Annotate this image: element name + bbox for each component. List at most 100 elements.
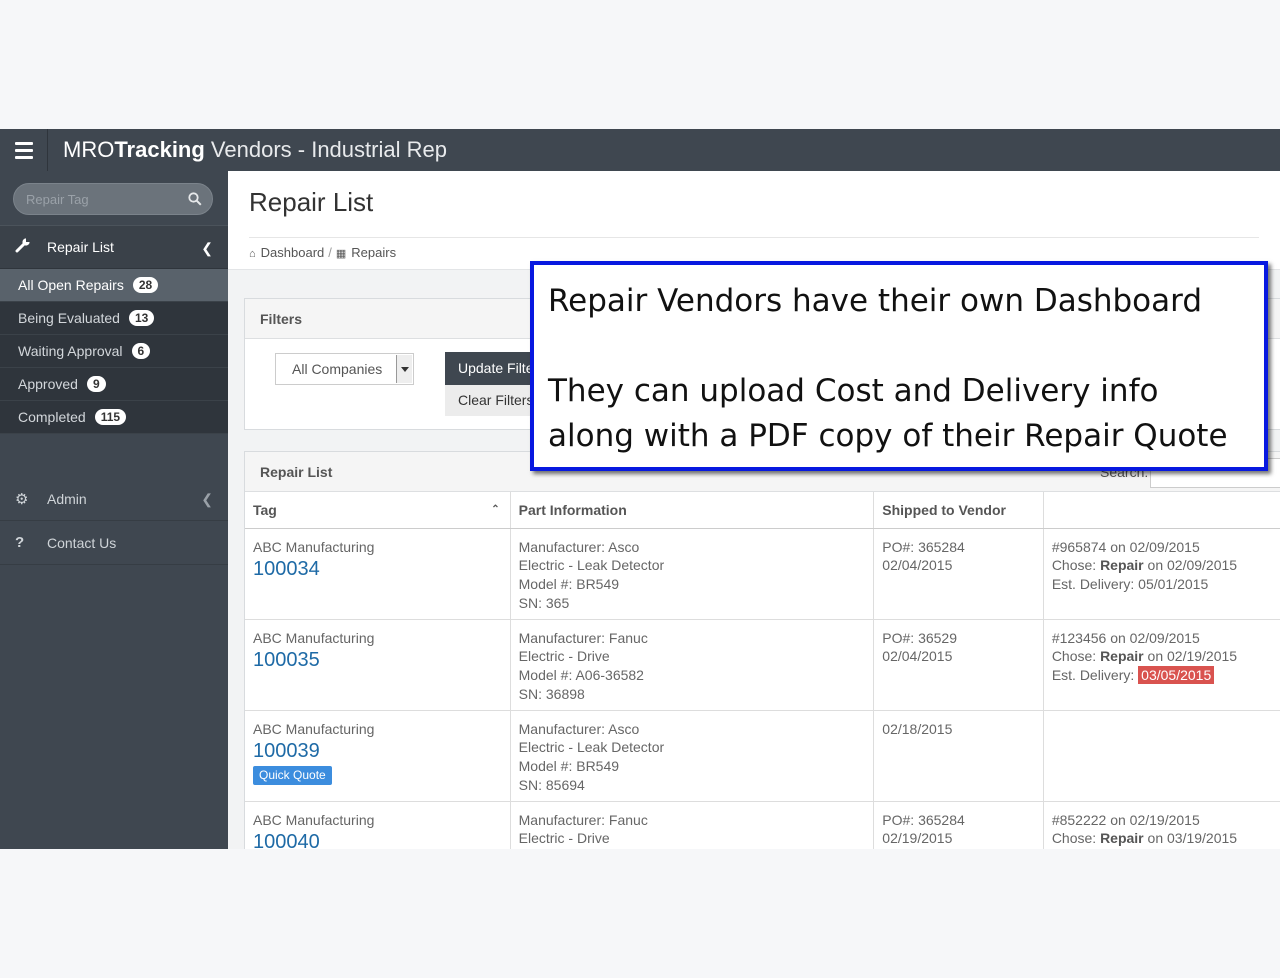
brand-rest: Vendors - Industrial Rep: [204, 137, 447, 162]
shipped-info-line: PO#: 365284: [882, 811, 965, 828]
top-bar: MROTracking Vendors - Industrial Rep: [0, 129, 1280, 171]
shipped-info-line: 02/18/2015: [882, 720, 953, 737]
company-name: ABC Manufacturing: [253, 538, 375, 555]
part-info-line: Electric - Drive: [518, 648, 610, 665]
column-label: Tag: [253, 501, 277, 518]
repair-tag-link[interactable]: 100034: [253, 556, 510, 582]
app-window: MROTracking Vendors - Industrial Rep Rep…: [0, 129, 1280, 849]
breadcrumb-separator: /: [328, 245, 332, 260]
sidebar-item-label: Repair List: [47, 239, 114, 255]
chose-suffix: on 03/19/2015: [1143, 830, 1238, 847]
cell-shipped: 02/18/2015: [873, 710, 1044, 802]
chevron-left-icon: ❮: [201, 240, 213, 256]
chose-suffix: on 02/19/2015: [1143, 648, 1238, 665]
part-info-line: Model #: BR549: [518, 576, 620, 593]
quote-number: #852222 on 02/19/2015: [1051, 811, 1200, 828]
column-header-part-information[interactable]: Part Information: [510, 492, 875, 529]
delivery-label: Est. Delivery:: [1051, 576, 1139, 593]
delivery-date: 03/05/2015: [1138, 666, 1215, 685]
sidebar-item-label: Completed: [18, 409, 86, 425]
sidebar-item-all-open-repairs[interactable]: All Open Repairs 28: [0, 269, 228, 302]
part-info-line: SN: 85694: [518, 776, 585, 793]
sidebar-item-label: Approved: [18, 376, 78, 392]
part-info-line: Manufacturer: Asco: [518, 538, 640, 555]
cell-tag: ABC Manufacturing 100034: [245, 528, 511, 620]
count-badge: 115: [94, 409, 127, 425]
sidebar-item-completed[interactable]: Completed 115: [0, 401, 228, 434]
company-name: ABC Manufacturing: [253, 629, 375, 646]
column-header-quote[interactable]: [1043, 492, 1280, 529]
column-header-tag[interactable]: Tag ⌃: [245, 492, 511, 529]
sidebar-item-label: All Open Repairs: [18, 277, 124, 293]
brand-bold: Tracking: [114, 137, 205, 162]
cell-quote: #852222 on 02/19/2015 Chose: Repair on 03…: [1043, 801, 1280, 849]
cell-quote: #965874 on 02/09/2015 Chose: Repair on 02…: [1043, 528, 1280, 620]
repair-list-panel: Repair List Search: Tag ⌃ Part Informatio…: [244, 451, 1280, 849]
chose-line: Chose: Repair on 02/19/2015: [1052, 647, 1280, 666]
repair-table: Tag ⌃ Part Information Shipped to Vendor …: [245, 492, 1280, 849]
chose-option: Repair: [1100, 830, 1144, 847]
shipped-info-line: 02/19/2015: [882, 830, 953, 847]
tag-search: [13, 183, 213, 215]
brand-prefix: MRO: [63, 137, 115, 162]
sidebar-item-approved[interactable]: Approved 9: [0, 368, 228, 401]
table-row: ABC Manufacturing 100034 Manufacturer: Asc…: [245, 528, 1280, 620]
chose-line: Chose: Repair on 03/19/2015: [1052, 829, 1280, 848]
question-icon: ?: [15, 534, 25, 551]
sidebar-item-admin[interactable]: ⚙ Admin ❮: [0, 477, 228, 521]
cell-part-information: Manufacturer: Fanuc Electric - Drive: [510, 801, 875, 849]
cell-part-information: Manufacturer: Asco Electric - Leak Detect…: [510, 528, 875, 620]
cell-quote: [1043, 710, 1280, 802]
sidebar-item-being-evaluated[interactable]: Being Evaluated 13: [0, 302, 228, 335]
chose-suffix: on 02/09/2015: [1143, 557, 1238, 574]
shipped-info-line: PO#: 365284: [882, 538, 965, 555]
app-title[interactable]: MROTracking Vendors - Industrial Rep: [63, 129, 447, 171]
part-info-line: Manufacturer: Fanuc: [518, 629, 648, 646]
cell-shipped: PO#: 365284 02/19/2015: [873, 801, 1044, 849]
part-info-line: Model #: A06-36582: [518, 667, 644, 684]
part-info-line: Manufacturer: Fanuc: [518, 811, 648, 828]
company-select[interactable]: All Companies: [275, 353, 414, 385]
table-row: ABC Manufacturing 100039 Quick Quote Manufa…: [245, 710, 1280, 802]
search-icon[interactable]: [188, 192, 202, 206]
part-info-line: Electric - Leak Detector: [518, 557, 665, 574]
chevron-left-icon: ❮: [201, 491, 213, 507]
gear-icon: ⚙: [15, 490, 29, 508]
sidebar-item-label: Being Evaluated: [18, 310, 120, 326]
sidebar-item-waiting-approval[interactable]: Waiting Approval 6: [0, 335, 228, 368]
delivery-line: Est. Delivery: 03/05/2015: [1052, 666, 1280, 685]
repair-tag-link[interactable]: 100039: [253, 738, 510, 764]
filters-title: Filters: [260, 311, 303, 327]
sidebar-item-repair-list[interactable]: Repair List ❮: [0, 225, 228, 269]
chevron-down-icon[interactable]: [396, 355, 412, 383]
breadcrumb-repairs: Repairs: [351, 245, 397, 260]
cell-quote: #123456 on 02/09/2015 Chose: Repair on 02…: [1043, 619, 1280, 711]
repair-list-title: Repair List: [260, 464, 333, 480]
hamburger-icon: [14, 140, 33, 161]
count-badge: 9: [86, 376, 106, 392]
table-header-row: Tag ⌃ Part Information Shipped to Vendor: [245, 492, 1280, 529]
chose-option: Repair: [1100, 557, 1144, 574]
repair-tag-link[interactable]: 100035: [253, 647, 510, 673]
delivery-label: Est. Delivery:: [1051, 667, 1139, 684]
repair-tag-link[interactable]: 100040: [253, 829, 510, 849]
page-title: Repair List: [249, 187, 374, 217]
chose-line: Chose: Repair on 02/09/2015: [1052, 556, 1280, 575]
breadcrumb-dashboard[interactable]: Dashboard: [261, 245, 325, 260]
menu-toggle-button[interactable]: [0, 129, 48, 171]
quick-quote-button[interactable]: Quick Quote: [253, 766, 332, 786]
delivery-date: 05/01/2015: [1138, 576, 1209, 593]
company-select-value: All Companies: [292, 361, 383, 377]
breadcrumb: ⌂ Dashboard / ▦ Repairs: [249, 237, 1259, 260]
cell-part-information: Manufacturer: Asco Electric - Leak Detect…: [510, 710, 875, 802]
sidebar-item-contact-us[interactable]: ? Contact Us: [0, 521, 228, 565]
tag-search-input[interactable]: [14, 184, 184, 214]
sidebar: Repair List ❮ All Open Repairs 28 Being E…: [0, 171, 228, 849]
chose-prefix: Chose:: [1051, 648, 1101, 665]
column-header-shipped-to-vendor[interactable]: Shipped to Vendor: [873, 492, 1044, 529]
part-info-line: SN: 36898: [518, 685, 585, 702]
sidebar-item-label: Contact Us: [47, 534, 117, 551]
part-info-line: Electric - Drive: [518, 830, 610, 847]
shipped-info-line: 02/04/2015: [882, 557, 953, 574]
chose-option: Repair: [1100, 648, 1144, 665]
